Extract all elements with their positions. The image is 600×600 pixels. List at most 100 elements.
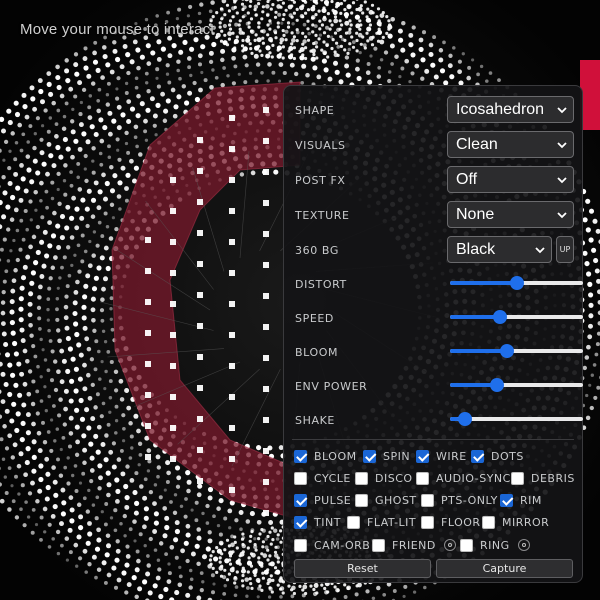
chevron-down-icon [557, 212, 567, 219]
slider-fill [450, 315, 498, 319]
visuals-select[interactable]: Clean [447, 131, 574, 158]
post-fx-select-value: Off [456, 171, 478, 188]
shake-label: SHAKE [295, 414, 335, 427]
bg-upload-button[interactable]: UP [556, 236, 574, 263]
bg-360-select[interactable]: Black [447, 236, 552, 263]
pulse-toggle[interactable]: PULSE [294, 492, 351, 508]
env-power-label: ENV POWER [295, 380, 368, 393]
ring-checkbox[interactable] [460, 538, 473, 552]
cam-orb-label: CAM-ORB [314, 538, 371, 552]
friend-label: FRIEND [392, 538, 436, 552]
friend-checkbox[interactable] [372, 538, 385, 552]
debris-label: DEBRIS [531, 471, 575, 485]
chevron-down-icon [557, 142, 567, 149]
shake-slider[interactable] [450, 412, 583, 426]
shape-select[interactable]: Icosahedron [447, 96, 574, 123]
dots-toggle[interactable]: DOTS [471, 448, 524, 464]
bloom-label: BLOOM [314, 449, 357, 463]
cam-orb-checkbox[interactable] [294, 538, 307, 552]
ghost-label: GHOST [375, 493, 417, 507]
interaction-hint: Move your mouse to interact [20, 21, 215, 38]
control-panel: SHAPE Icosahedron VISUALS Clean POST FX … [283, 85, 583, 583]
spin-label: SPIN [383, 449, 411, 463]
spin-toggle[interactable]: SPIN [363, 448, 410, 464]
tint-checkbox[interactable] [294, 515, 307, 529]
wire-toggle[interactable]: WIRE [416, 448, 467, 464]
reset-button[interactable]: Reset [294, 559, 431, 578]
ring-label: RING [480, 538, 510, 552]
audio-sync-toggle[interactable]: AUDIO-SYNC [416, 470, 511, 486]
tint-toggle[interactable]: TINT [294, 514, 341, 530]
friend-toggle[interactable]: FRIEND [372, 537, 456, 553]
slider-thumb[interactable] [509, 276, 524, 290]
rim-toggle[interactable]: RIM [500, 492, 542, 508]
friend-settings-icon[interactable] [443, 539, 456, 551]
distort-slider[interactable] [450, 276, 583, 290]
cam-orb-toggle[interactable]: CAM-ORB [294, 537, 370, 553]
mirror-checkbox[interactable] [482, 515, 495, 529]
slider-thumb[interactable] [490, 378, 505, 392]
mirror-toggle[interactable]: MIRROR [482, 514, 549, 530]
chevron-down-icon [535, 247, 545, 254]
audio-sync-checkbox[interactable] [416, 471, 429, 485]
slider-fill [450, 281, 517, 285]
bloom-toggle[interactable]: BLOOM [294, 448, 357, 464]
cycle-checkbox[interactable] [294, 471, 307, 485]
slider-fill [450, 349, 506, 353]
pulse-checkbox[interactable] [294, 493, 307, 507]
slider-fill [450, 383, 496, 387]
env-power-slider[interactable] [450, 378, 583, 392]
speed-slider[interactable] [450, 310, 583, 324]
visuals-label: VISUALS [295, 139, 346, 152]
debris-checkbox[interactable] [511, 471, 524, 485]
floor-label: FLOOR [441, 515, 481, 529]
floor-toggle[interactable]: FLOOR [421, 514, 481, 530]
bg-360-label: 360 BG [295, 244, 339, 257]
debris-toggle[interactable]: DEBRIS [511, 470, 575, 486]
shape-select-value: Icosahedron [456, 101, 545, 118]
cycle-label: CYCLE [314, 471, 351, 485]
disco-toggle[interactable]: DISCO [355, 470, 413, 486]
cycle-toggle[interactable]: CYCLE [294, 470, 351, 486]
slider-thumb[interactable] [499, 344, 514, 358]
audio-sync-label: AUDIO-SYNC [436, 471, 511, 485]
red-edge-glow [580, 60, 600, 130]
speed-label: SPEED [295, 312, 334, 325]
flat-lit-checkbox[interactable] [347, 515, 360, 529]
pts-only-checkbox[interactable] [421, 493, 434, 507]
bloom-label: BLOOM [295, 346, 339, 359]
post-fx-select[interactable]: Off [447, 166, 574, 193]
ring-settings-icon[interactable] [517, 539, 530, 551]
bloom-slider[interactable] [450, 344, 583, 358]
bloom-checkbox[interactable] [294, 449, 307, 463]
spin-checkbox[interactable] [363, 449, 376, 463]
dots-checkbox[interactable] [471, 449, 484, 463]
tint-label: TINT [314, 515, 341, 529]
ring-toggle[interactable]: RING [460, 537, 530, 553]
texture-select[interactable]: None [447, 201, 574, 228]
post-fx-label: POST FX [295, 174, 346, 187]
slider-thumb[interactable] [492, 310, 507, 324]
floor-checkbox[interactable] [421, 515, 434, 529]
distort-label: DISTORT [295, 278, 347, 291]
visuals-select-value: Clean [456, 136, 498, 153]
flat-lit-toggle[interactable]: FLAT-LIT [347, 514, 416, 530]
disco-checkbox[interactable] [355, 471, 368, 485]
texture-label: TEXTURE [295, 209, 350, 222]
pts-only-toggle[interactable]: PTS-ONLY [421, 492, 498, 508]
dots-label: DOTS [491, 449, 524, 463]
chevron-down-icon [557, 107, 567, 114]
slider-thumb[interactable] [458, 412, 473, 426]
pulse-label: PULSE [314, 493, 352, 507]
wire-checkbox[interactable] [416, 449, 429, 463]
rim-checkbox[interactable] [500, 493, 513, 507]
flat-lit-label: FLAT-LIT [367, 515, 417, 529]
texture-select-value: None [456, 206, 495, 223]
ghost-checkbox[interactable] [355, 493, 368, 507]
ghost-toggle[interactable]: GHOST [355, 492, 417, 508]
pts-only-label: PTS-ONLY [441, 493, 498, 507]
chevron-down-icon [557, 177, 567, 184]
bg-360-select-value: Black [456, 241, 496, 258]
capture-button[interactable]: Capture [436, 559, 573, 578]
shape-label: SHAPE [295, 104, 335, 117]
